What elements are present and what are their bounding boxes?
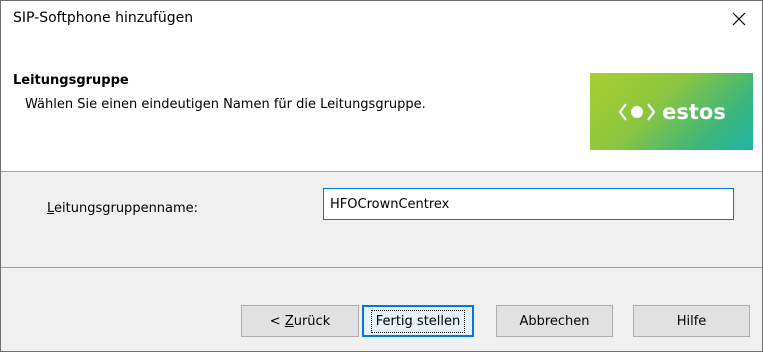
logo-text: estos bbox=[662, 99, 726, 124]
label-text: eitungsgruppenname: bbox=[54, 201, 199, 216]
help-button[interactable]: Hilfe bbox=[633, 305, 750, 337]
back-prefix: < bbox=[269, 313, 285, 329]
cancel-label: Abbrechen bbox=[519, 313, 590, 329]
label-accelerator: L bbox=[47, 201, 55, 216]
page-subtitle: Wählen Sie einen eindeutigen Namen für d… bbox=[25, 97, 426, 112]
footer-divider bbox=[1, 267, 762, 268]
close-button[interactable] bbox=[716, 1, 762, 37]
dialog-window: SIP-Softphone hinzufügen Leitungsgruppe … bbox=[0, 0, 763, 352]
estos-logo: estos bbox=[590, 73, 753, 150]
group-name-label: Leitungsgruppenname: bbox=[47, 201, 198, 216]
cancel-button[interactable]: Abbrechen bbox=[496, 305, 613, 337]
back-label: urück bbox=[293, 313, 331, 329]
group-name-input[interactable] bbox=[323, 188, 734, 220]
wizard-header: Leitungsgruppe Wählen Sie einen eindeuti… bbox=[1, 37, 762, 171]
close-icon bbox=[732, 12, 746, 26]
finish-label: Fertig stellen bbox=[370, 309, 466, 333]
help-label: Hilfe bbox=[676, 313, 707, 329]
title-bar: SIP-Softphone hinzufügen bbox=[1, 1, 762, 37]
estos-logo-mark-icon bbox=[617, 101, 657, 123]
window-title: SIP-Softphone hinzufügen bbox=[13, 10, 194, 26]
back-accelerator: Z bbox=[284, 313, 294, 329]
page-title: Leitungsgruppe bbox=[13, 73, 129, 88]
finish-button[interactable]: Fertig stellen bbox=[362, 305, 474, 337]
header-divider bbox=[1, 171, 762, 172]
back-button[interactable]: < Zurück bbox=[241, 305, 359, 337]
